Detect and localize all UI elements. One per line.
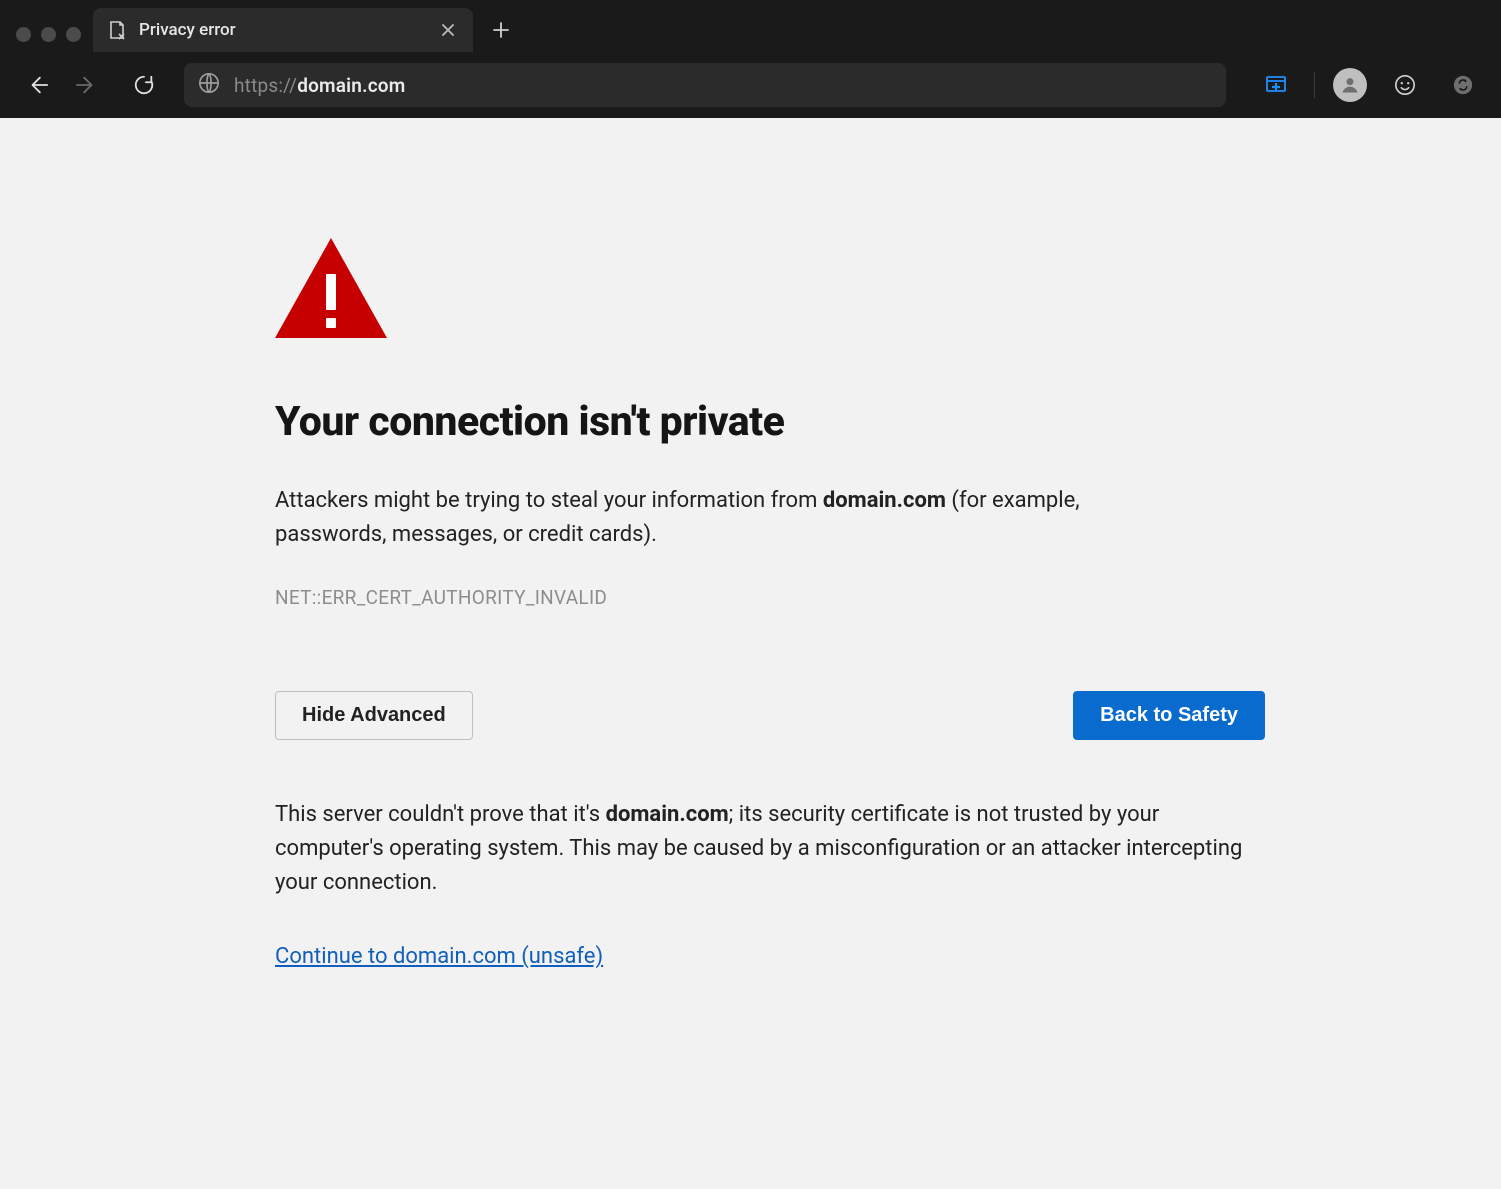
url-scheme: https:// [234,74,297,97]
window-maximize-button[interactable] [66,27,81,42]
tab-strip: Privacy error [0,0,1501,52]
browser-toolbar: https://domain.com [0,52,1501,118]
back-button[interactable] [18,65,58,105]
url-text: https://domain.com [234,74,405,97]
tab-favicon-error-icon [107,20,127,40]
tab-title: Privacy error [139,20,425,40]
error-lead-text: Attackers might be trying to steal your … [275,484,1175,552]
error-lead-pre: Attackers might be trying to steal your … [275,488,823,513]
error-lead-domain: domain.com [823,488,946,513]
sync-icon[interactable] [1443,65,1483,105]
url-domain: domain.com [297,74,405,97]
browser-chrome: Privacy error http [0,0,1501,118]
new-tab-button[interactable] [483,12,519,48]
feedback-icon[interactable] [1385,65,1425,105]
browser-tab[interactable]: Privacy error [93,8,473,52]
proceed-unsafe-link[interactable]: Continue to domain.com (unsafe) [275,944,603,969]
tab-close-button[interactable] [437,19,459,41]
error-details-text: This server couldn't prove that it's dom… [275,798,1255,900]
toolbar-divider [1314,72,1315,98]
error-container: Your connection isn't private Attackers … [275,238,1265,969]
warning-triangle-icon [275,238,387,338]
hide-advanced-button[interactable]: Hide Advanced [275,691,473,740]
error-button-row: Hide Advanced Back to Safety [275,691,1265,740]
page-content: Your connection isn't private Attackers … [0,118,1501,1189]
profile-button[interactable] [1333,68,1367,102]
error-details-pre: This server couldn't prove that it's [275,802,606,827]
forward-button[interactable] [66,65,106,105]
window-close-button[interactable] [16,27,31,42]
window-controls [8,27,93,52]
address-bar[interactable]: https://domain.com [184,63,1226,107]
toolbar-right [1246,65,1483,105]
site-info-icon[interactable] [198,72,220,98]
error-code: NET::ERR_CERT_AUTHORITY_INVALID [275,586,1265,609]
error-details-domain: domain.com [606,802,729,827]
back-to-safety-button[interactable]: Back to Safety [1073,691,1265,740]
tracking-prevention-icon[interactable] [1256,65,1296,105]
refresh-button[interactable] [124,65,164,105]
window-minimize-button[interactable] [41,27,56,42]
error-heading: Your connection isn't private [275,398,1265,446]
